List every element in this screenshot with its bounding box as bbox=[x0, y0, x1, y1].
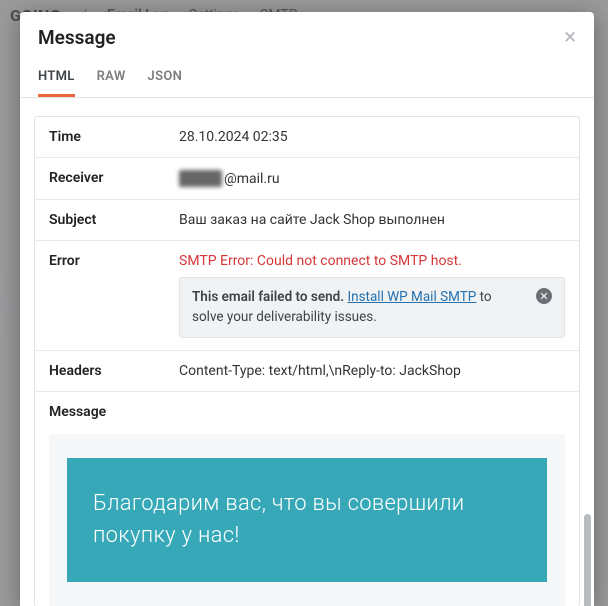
value-error-wrap: SMTP Error: Could not connect to SMTP ho… bbox=[179, 253, 565, 338]
message-modal: Message × HTML RAW JSON Time 28.10.2024 … bbox=[20, 12, 594, 606]
message-banner: Благодарим вас, что вы совершили покупку… bbox=[67, 458, 547, 582]
value-error: SMTP Error: Could not connect to SMTP ho… bbox=[179, 253, 565, 269]
receiver-masked: ██ ██ bbox=[179, 170, 222, 187]
row-time: Time 28.10.2024 02:35 bbox=[35, 117, 579, 158]
value-time: 28.10.2024 02:35 bbox=[179, 129, 565, 145]
modal-tabs: HTML RAW JSON bbox=[20, 61, 594, 98]
label-error: Error bbox=[49, 253, 179, 269]
close-icon[interactable]: × bbox=[564, 27, 576, 49]
tab-raw[interactable]: RAW bbox=[97, 61, 126, 97]
row-receiver: Receiver ██ ██@mail.ru bbox=[35, 158, 579, 200]
receiver-domain: @mail.ru bbox=[224, 171, 279, 187]
modal-body: Time 28.10.2024 02:35 Receiver ██ ██@mai… bbox=[20, 98, 594, 606]
scrollbar-thumb[interactable] bbox=[584, 514, 591, 606]
alert-text: This email failed to send. Install WP Ma… bbox=[192, 288, 526, 327]
error-alert: This email failed to send. Install WP Ma… bbox=[179, 277, 565, 338]
tab-json[interactable]: JSON bbox=[148, 61, 183, 97]
details-panel: Time 28.10.2024 02:35 Receiver ██ ██@mai… bbox=[34, 116, 580, 606]
row-error: Error SMTP Error: Could not connect to S… bbox=[35, 241, 579, 351]
label-time: Time bbox=[49, 129, 179, 145]
label-message: Message bbox=[49, 404, 106, 420]
alert-close-icon[interactable]: ✕ bbox=[536, 288, 552, 304]
value-headers: Content-Type: text/html,\nReply-to: Jack… bbox=[179, 363, 565, 379]
message-preview-area: Благодарим вас, что вы совершили покупку… bbox=[49, 434, 565, 606]
alert-link[interactable]: Install WP Mail SMTP bbox=[347, 289, 476, 305]
alert-prefix: This email failed to send. bbox=[192, 289, 347, 305]
value-receiver: ██ ██@mail.ru bbox=[179, 170, 565, 187]
label-headers: Headers bbox=[49, 363, 179, 379]
row-message: Message Благодарим вас, что вы совершили… bbox=[35, 392, 579, 606]
modal-header: Message × bbox=[20, 12, 594, 61]
modal-title: Message bbox=[38, 26, 116, 49]
tab-html[interactable]: HTML bbox=[38, 61, 75, 97]
label-subject: Subject bbox=[49, 212, 179, 228]
value-subject: Ваш заказ на сайте Jack Shop выполнен bbox=[179, 212, 565, 228]
label-receiver: Receiver bbox=[49, 170, 179, 186]
row-subject: Subject Ваш заказ на сайте Jack Shop вып… bbox=[35, 200, 579, 241]
row-headers: Headers Content-Type: text/html,\nReply-… bbox=[35, 351, 579, 392]
